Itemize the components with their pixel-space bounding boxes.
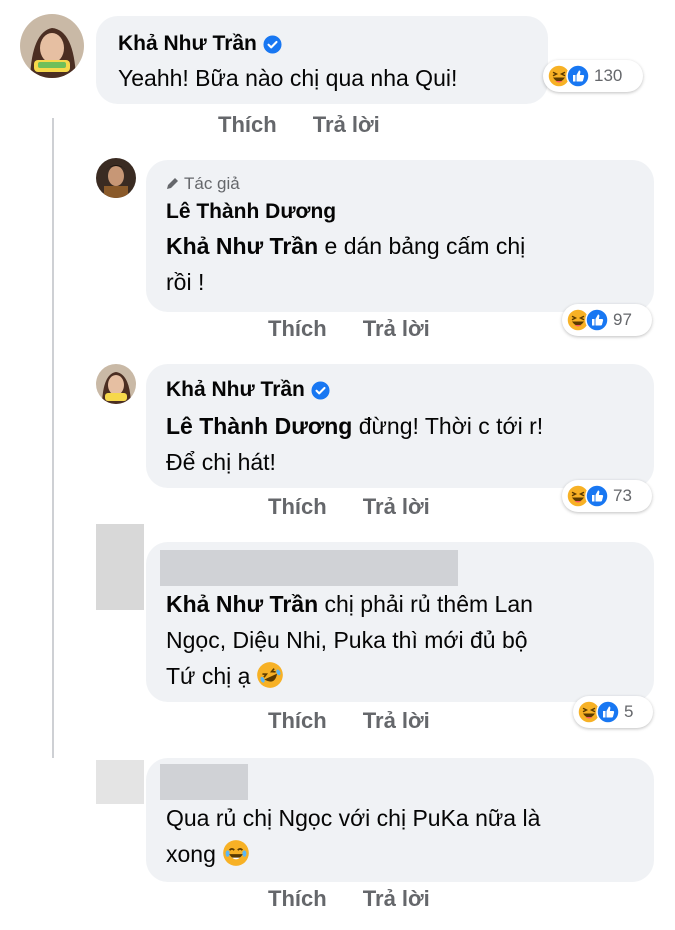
tears-of-joy-emoji-icon xyxy=(222,839,250,867)
comment-text-content: Tứ chị ạ xyxy=(166,663,251,689)
comment-text-content: Ngọc, Diệu Nhi, Puka thì mới đủ bộ xyxy=(166,627,528,653)
like-reaction-icon xyxy=(585,484,609,508)
mention-link[interactable]: Khả Như Trần xyxy=(166,591,318,617)
comment-actions: Thích Trả lời xyxy=(268,708,430,734)
blurred-avatar xyxy=(96,524,144,610)
avatar[interactable] xyxy=(20,14,84,78)
comment-text-content: xong xyxy=(166,841,216,867)
mention-link[interactable]: Lê Thành Dương xyxy=(166,413,352,439)
reply-button[interactable]: Trả lời xyxy=(363,494,430,519)
comment-author[interactable]: Khả Như Trần xyxy=(118,32,282,56)
blurred-avatar xyxy=(96,760,144,804)
reaction-summary[interactable]: 73 xyxy=(562,480,652,512)
reaction-summary[interactable]: 5 xyxy=(573,696,653,728)
comment-text: Lê Thành Dương đừng! Thời c tới r! Để ch… xyxy=(166,408,636,480)
comment-text-content: chị phải rủ thêm Lan xyxy=(318,591,533,617)
like-button[interactable]: Thích xyxy=(268,494,327,519)
verified-badge-icon xyxy=(263,35,282,54)
verified-badge-icon xyxy=(311,381,330,400)
comment-actions: Thích Trả lời xyxy=(268,886,430,912)
comment-text-content: đừng! Thời c tới r! xyxy=(352,413,544,439)
like-button[interactable]: Thích xyxy=(268,708,327,733)
comment-actions: Thích Trả lời xyxy=(268,494,430,520)
reaction-summary[interactable]: 97 xyxy=(562,304,652,336)
like-button[interactable]: Thích xyxy=(268,886,327,911)
avatar[interactable] xyxy=(96,364,136,404)
comment-text: Khả Như Trần chị phải rủ thêm Lan Ngọc, … xyxy=(166,586,636,694)
reply-button[interactable]: Trả lời xyxy=(363,886,430,911)
mention-link[interactable]: Khả Như Trần xyxy=(166,233,318,259)
comment-text: Khả Như Trần e dán bảng cấm chị rồi ! xyxy=(166,228,636,300)
author-name[interactable]: Khả Như Trần xyxy=(166,378,305,401)
author-name[interactable]: Khả Như Trần xyxy=(118,32,257,55)
comment-text-content: rồi ! xyxy=(166,269,205,295)
like-button[interactable]: Thích xyxy=(218,112,277,137)
comment-text-content: Để chị hát! xyxy=(166,449,276,475)
comment-text-content: Qua rủ chị Ngọc với chị PuKa nữa là xyxy=(166,805,541,831)
blurred-author-name xyxy=(160,764,248,800)
reaction-count: 5 xyxy=(624,702,634,721)
avatar[interactable] xyxy=(96,158,136,198)
thread-line xyxy=(52,118,54,758)
like-button[interactable]: Thích xyxy=(268,316,327,341)
reaction-summary[interactable]: 130 xyxy=(543,60,643,92)
author-badge: Tác giả xyxy=(166,174,240,194)
like-reaction-icon xyxy=(585,308,609,332)
comment-text-content: Yeahh! Bữa nào chị qua nha Qui! xyxy=(118,65,458,91)
author-badge-label: Tác giả xyxy=(184,174,240,193)
comment-text: Qua rủ chị Ngọc với chị PuKa nữa là xong xyxy=(166,800,636,872)
blurred-author-name xyxy=(160,550,458,586)
comment-author[interactable]: Khả Như Trần xyxy=(166,378,330,402)
reply-button[interactable]: Trả lời xyxy=(313,112,380,137)
comment-actions: Thích Trả lời xyxy=(218,112,380,138)
reaction-count: 73 xyxy=(613,486,632,505)
comment-actions: Thích Trả lời xyxy=(268,316,430,342)
comment-text: Yeahh! Bữa nào chị qua nha Qui! xyxy=(118,60,457,96)
like-reaction-icon xyxy=(566,64,590,88)
pencil-icon xyxy=(167,178,178,189)
author-name[interactable]: Lê Thành Dương xyxy=(166,200,336,224)
reaction-count: 130 xyxy=(594,66,623,85)
comment-text-content: e dán bảng cấm chị xyxy=(318,233,526,259)
like-reaction-icon xyxy=(596,700,620,724)
rolling-laugh-emoji-icon xyxy=(256,661,284,689)
reaction-count: 97 xyxy=(613,310,632,329)
reply-button[interactable]: Trả lời xyxy=(363,708,430,733)
reply-button[interactable]: Trả lời xyxy=(363,316,430,341)
